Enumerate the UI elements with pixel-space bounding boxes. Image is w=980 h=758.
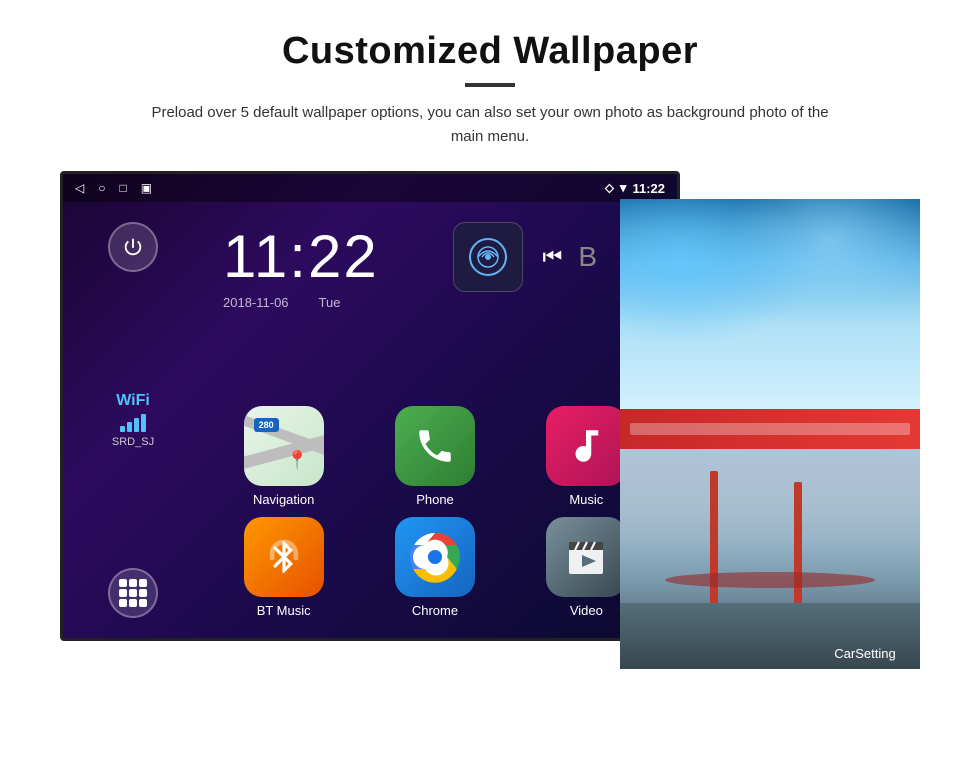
media-section: ⏮ B bbox=[453, 222, 598, 292]
chrome-label: Chrome bbox=[412, 603, 458, 618]
wallpaper-bridge[interactable]: CarSetting bbox=[620, 449, 920, 669]
wifi-bar-4 bbox=[141, 414, 146, 432]
grid-dot bbox=[129, 599, 137, 607]
grid-dot bbox=[119, 589, 127, 597]
grid-dot bbox=[139, 589, 147, 597]
wifi-bar-2 bbox=[127, 422, 132, 432]
recents-nav-icon[interactable]: □ bbox=[119, 181, 126, 195]
day-value: Tue bbox=[319, 295, 341, 310]
bridge-cable bbox=[665, 572, 875, 588]
grid-dot bbox=[119, 579, 127, 587]
left-sidebar: WiFi SRD_SJ bbox=[63, 202, 203, 638]
app-item-navigation[interactable]: 280 📍 Navigation bbox=[213, 406, 354, 507]
app-item-bt-music[interactable]: BT Music bbox=[213, 517, 354, 618]
back-nav-icon[interactable]: ◁ bbox=[75, 181, 84, 195]
wallpaper-middle-bar bbox=[620, 409, 920, 449]
bridge-scene-bg bbox=[620, 449, 920, 669]
wifi-network-name: SRD_SJ bbox=[112, 436, 154, 448]
apps-grid-icon bbox=[119, 579, 147, 607]
wifi-bars bbox=[112, 414, 154, 432]
app-item-chrome[interactable]: Chrome bbox=[364, 517, 505, 618]
middle-bar-element bbox=[630, 423, 910, 435]
title-divider bbox=[465, 83, 515, 87]
prev-track-button[interactable]: ⏮ bbox=[543, 244, 563, 270]
chrome-icon bbox=[395, 517, 475, 597]
status-bar: ◁ ○ □ ▣ ⬦ ▾ 11:22 bbox=[63, 174, 677, 202]
page-title: Customized Wallpaper bbox=[60, 30, 920, 73]
location-icon: ⬦ bbox=[605, 180, 614, 196]
video-icon bbox=[546, 517, 626, 597]
status-bar-left: ◁ ○ □ ▣ bbox=[75, 181, 152, 195]
status-time: 11:22 bbox=[632, 181, 665, 196]
wifi-status-icon: ▾ bbox=[620, 180, 627, 196]
grid-dot bbox=[139, 599, 147, 607]
status-bar-right: ⬦ ▾ 11:22 bbox=[605, 180, 665, 196]
carsetting-label: CarSetting bbox=[820, 646, 910, 661]
wifi-bar-1 bbox=[120, 426, 125, 432]
bt-music-label: BT Music bbox=[257, 603, 311, 618]
music-icon bbox=[546, 406, 626, 486]
home-nav-icon[interactable]: ○ bbox=[98, 181, 105, 195]
phone-icon bbox=[395, 406, 475, 486]
apps-grid-button[interactable] bbox=[108, 568, 158, 618]
nav-pin-icon: 📍 bbox=[286, 450, 308, 471]
page-container: Customized Wallpaper Preload over 5 defa… bbox=[0, 0, 980, 661]
clock-date: 2018-11-06 Tue bbox=[223, 295, 463, 310]
date-value: 2018-11-06 bbox=[223, 295, 289, 310]
clock-time: 11:22 bbox=[223, 222, 463, 291]
app-item-phone[interactable]: Phone bbox=[364, 406, 505, 507]
grid-dot bbox=[129, 589, 137, 597]
screenshot-icon[interactable]: ▣ bbox=[141, 181, 152, 195]
clock-section: 11:22 2018-11-06 Tue bbox=[203, 212, 483, 320]
wallpaper-ice-cave[interactable] bbox=[620, 199, 920, 409]
nav-badge: 280 bbox=[254, 418, 279, 432]
wallpaper-thumbnails: CarSetting bbox=[620, 199, 920, 669]
media-controls: ⏮ B bbox=[543, 241, 598, 273]
navigation-label: Navigation bbox=[253, 492, 314, 507]
grid-dot bbox=[119, 599, 127, 607]
media-app-icon[interactable] bbox=[453, 222, 523, 292]
main-content: 11:22 2018-11-06 Tue bbox=[203, 202, 677, 638]
navigation-icon: 280 📍 bbox=[244, 406, 324, 486]
bt-music-icon bbox=[244, 517, 324, 597]
grid-dot bbox=[129, 579, 137, 587]
android-screen: ◁ ○ □ ▣ ⬦ ▾ 11:22 bbox=[60, 171, 680, 641]
ice-cave-bg bbox=[620, 199, 920, 409]
wifi-label: WiFi bbox=[112, 392, 154, 410]
device-container: ◁ ○ □ ▣ ⬦ ▾ 11:22 bbox=[60, 171, 920, 641]
wifi-info: WiFi SRD_SJ bbox=[112, 392, 154, 448]
grid-dot bbox=[139, 579, 147, 587]
title-section: Customized Wallpaper Preload over 5 defa… bbox=[60, 30, 920, 149]
music-label: Music bbox=[569, 492, 603, 507]
next-track-button[interactable]: B bbox=[578, 241, 597, 273]
app-grid: 280 📍 Navigation Phone bbox=[203, 406, 667, 628]
page-subtitle: Preload over 5 default wallpaper options… bbox=[140, 101, 840, 149]
power-button[interactable] bbox=[108, 222, 158, 272]
phone-label: Phone bbox=[416, 492, 454, 507]
wifi-bar-3 bbox=[134, 418, 139, 432]
video-label: Video bbox=[570, 603, 603, 618]
